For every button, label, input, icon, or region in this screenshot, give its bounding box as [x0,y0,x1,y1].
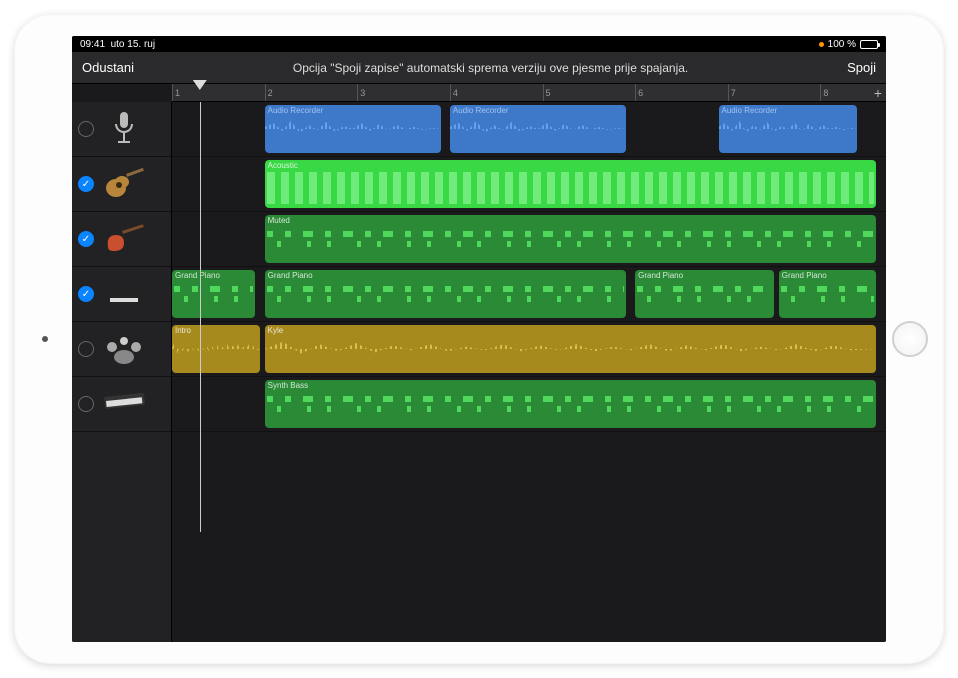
track-lane-drums[interactable]: Intro Kyle [172,322,886,377]
region[interactable]: Muted [265,215,876,263]
track-header-bass[interactable]: ✓ [72,212,171,267]
track-lane-bass[interactable]: Muted [172,212,886,267]
region-content [265,119,441,139]
piano-icon [100,274,148,314]
track-header-synth[interactable] [72,377,171,432]
toolbar: Odustani Opcija "Spoji zapise" automatsk… [72,52,886,84]
region-label: Kyle [268,326,284,335]
region-label: Grand Piano [175,271,220,280]
status-time: 09:41 uto 15. ruj [80,39,155,50]
region-label: Audio Recorder [268,106,324,115]
track-checkbox[interactable] [78,341,94,357]
region[interactable]: Grand Piano [635,270,774,318]
add-section-button[interactable]: + [874,84,882,102]
track-checkbox[interactable] [78,396,94,412]
region-label: Grand Piano [268,271,313,280]
track-checkbox[interactable]: ✓ [78,231,94,247]
app-screen: 09:41 uto 15. ruj 100 % Odustani Opcija … [72,36,886,642]
microphone-icon [100,109,148,149]
region[interactable]: Audio Recorder [719,105,858,153]
region-content [172,337,260,361]
track-lane-piano[interactable]: Grand Piano Grand Piano Grand Piano Grand P… [172,267,886,322]
ruler-tick: 2 [265,84,273,101]
region-label: Grand Piano [638,271,683,280]
region-content [174,282,253,314]
region-label: Audio Recorder [722,106,778,115]
region-label: Acoustic [268,161,298,170]
track-checkbox[interactable] [78,121,94,137]
region[interactable]: Grand Piano [265,270,626,318]
ruler-tick: 4 [450,84,458,101]
track-lane-acoustic[interactable]: Acoustic [172,157,886,212]
keyboard-icon [100,384,148,424]
region[interactable]: Acoustic [265,160,876,208]
ruler-tick: 6 [635,84,643,101]
region-label: Intro [175,326,191,335]
region[interactable]: Intro [172,325,260,373]
ipad-frame: 09:41 uto 15. ruj 100 % Odustani Opcija … [14,14,944,664]
ruler-tick: 1 [172,84,180,101]
tracks-container: ✓✓✓ Audio RecorderAudio RecorderAudio Re… [72,102,886,642]
playhead-icon[interactable] [193,80,207,90]
cancel-button[interactable]: Odustani [82,60,134,75]
track-header-acoustic[interactable]: ✓ [72,157,171,212]
merge-button[interactable]: Spoji [847,60,876,75]
region[interactable]: Audio Recorder [265,105,441,153]
region-content [267,172,874,204]
status-bar: 09:41 uto 15. ruj 100 % [72,36,886,52]
timeline-ruler[interactable]: + 1 2 3 4 5 6 7 8 [172,84,886,102]
ruler-tick: 8 [820,84,828,101]
region[interactable]: Kyle [265,325,876,373]
ruler-tick: 7 [728,84,736,101]
region[interactable]: Audio Recorder [450,105,626,153]
region-content [637,282,772,314]
region[interactable]: Grand Piano [172,270,255,318]
region-label: Muted [268,216,290,225]
guitar-acoustic-icon [100,164,148,204]
region-label: Synth Bass [268,381,308,390]
region[interactable]: Grand Piano [779,270,876,318]
camera-dot [42,336,48,342]
region-content [267,392,874,424]
track-header-drums[interactable] [72,322,171,377]
ruler-tick: 5 [543,84,551,101]
toolbar-message: Opcija "Spoji zapise" automatski sprema … [134,61,847,75]
region-content [265,337,876,361]
battery-percent: 100 % [828,39,856,50]
region-label: Audio Recorder [453,106,509,115]
home-button[interactable] [892,321,928,357]
track-lane-synth[interactable]: Synth Bass [172,377,886,432]
region-content [267,282,624,314]
region-content [450,119,626,139]
track-lane-audio-rec[interactable]: Audio Recorder Audio Recorder Audio Record… [172,102,886,157]
track-header-piano[interactable]: ✓ [72,267,171,322]
region-label: Grand Piano [782,271,827,280]
track-headers: ✓ ✓ ✓ [72,102,172,642]
track-header-audio-rec[interactable] [72,102,171,157]
drums-icon [100,329,148,369]
track-checkbox[interactable]: ✓ [78,286,94,302]
region-content [267,227,874,259]
region-content [719,119,858,139]
guitar-bass-icon [100,219,148,259]
region-content [781,282,874,314]
region[interactable]: Synth Bass [265,380,876,428]
battery-icon [860,40,878,49]
track-checkbox[interactable]: ✓ [78,176,94,192]
recording-indicator-icon [819,42,824,47]
track-lanes[interactable]: Audio Recorder Audio Recorder Audio Record… [172,102,886,642]
ruler-tick: 3 [357,84,365,101]
